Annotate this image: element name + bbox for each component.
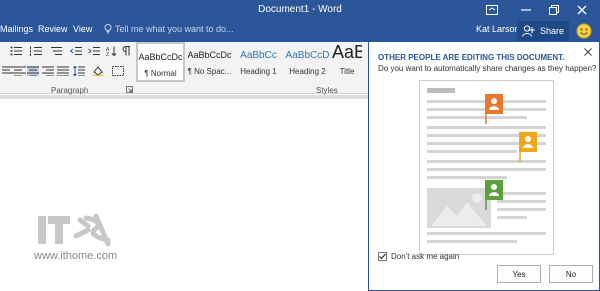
styles-group-label: Styles	[316, 86, 338, 95]
paragraph-dialog-launcher-icon[interactable]	[126, 86, 133, 93]
share-button[interactable]: Share	[517, 21, 569, 41]
ribbon-display-options-button[interactable]	[478, 0, 506, 20]
style-heading-2[interactable]: AaBbCcD Heading 2	[283, 42, 332, 82]
tab-mailings[interactable]: Mailings	[0, 24, 33, 34]
svg-text:Z: Z	[106, 52, 109, 56]
align-center-icon[interactable]	[27, 66, 39, 76]
ribbon-tab-row: Mailings Review View Tell me what you wa…	[0, 20, 600, 42]
style-title-name: Title	[339, 67, 355, 76]
share-label: Share	[540, 26, 565, 36]
style-heading-1[interactable]: AaBbCc Heading 1	[234, 42, 283, 82]
yes-button[interactable]: Yes	[497, 265, 541, 283]
style-no-spacing-sample: AaBbCcDc	[187, 50, 232, 60]
send-smile-icon[interactable]	[576, 23, 592, 39]
ribbon-display-icon	[486, 5, 498, 15]
tell-me-box[interactable]: Tell me what you want to do...	[104, 24, 234, 34]
checkmark-icon	[379, 253, 386, 260]
style-heading-1-name: Heading 1	[240, 67, 277, 76]
user-name[interactable]: Kat Larson	[476, 24, 520, 34]
sort-icon[interactable]: AZ	[106, 46, 118, 56]
close-window-button[interactable]	[568, 0, 596, 20]
style-no-spacing[interactable]: AaBbCcDc ¶ No Spac...	[185, 42, 234, 82]
ithome-logo	[38, 213, 111, 247]
style-no-spacing-name: ¶ No Spac...	[187, 67, 232, 76]
tab-view[interactable]: View	[73, 24, 92, 34]
style-heading-1-sample: AaBbCc	[240, 50, 277, 61]
document-page[interactable]	[0, 99, 372, 291]
lightbulb-icon	[104, 24, 112, 34]
pane-title: OTHER PEOPLE ARE EDITING THIS DOCUMENT.	[378, 53, 565, 62]
increase-indent-icon[interactable]	[88, 46, 100, 56]
paragraph-group-label: Paragraph	[51, 86, 89, 95]
dont-ask-label: Don't ask me again	[391, 252, 460, 261]
pane-message: Do you want to automatically share chang…	[378, 64, 597, 73]
restore-button[interactable]	[540, 0, 568, 20]
line-spacing-icon[interactable]	[73, 66, 85, 76]
align-left-icon[interactable]	[14, 66, 26, 76]
style-heading-2-name: Heading 2	[289, 67, 326, 76]
style-title-sample: AaB	[332, 42, 362, 62]
no-button[interactable]: No	[549, 265, 593, 283]
paragraph-tools: AZ Paragraph	[0, 42, 135, 95]
close-icon	[577, 5, 587, 15]
style-heading-2-sample: AaBbCcD	[285, 50, 330, 61]
bullets-icon[interactable]	[10, 46, 22, 56]
restore-icon	[549, 5, 559, 15]
shading-icon[interactable]	[92, 66, 104, 76]
styles-gallery: AaBbCcDc ¶ Normal AaBbCcDc ¶ No Spac... …	[136, 42, 362, 82]
minimize-icon	[521, 9, 531, 11]
share-person-icon	[522, 25, 535, 37]
style-title[interactable]: AaB Title	[332, 42, 362, 82]
pane-close-button[interactable]	[582, 46, 594, 58]
tell-me-placeholder: Tell me what you want to do...	[115, 24, 234, 34]
numbering-icon[interactable]	[30, 46, 42, 56]
align-right-icon[interactable]	[42, 66, 54, 76]
minimize-button[interactable]	[512, 0, 540, 20]
window-title: Document1 - Word	[258, 4, 342, 15]
style-normal-sample: AaBbCcDc	[138, 52, 183, 62]
multilevel-list-icon[interactable]	[50, 46, 62, 56]
dont-ask-checkbox-row[interactable]: Don't ask me again	[378, 252, 459, 261]
ithome-url: www.ithome.com	[34, 250, 118, 262]
co-authoring-pane: OTHER PEOPLE ARE EDITING THIS DOCUMENT. …	[368, 42, 600, 291]
style-normal-name: ¶ Normal	[144, 69, 177, 78]
show-marks-icon[interactable]	[121, 46, 133, 56]
align-left-partial-icon[interactable]	[2, 66, 14, 76]
dont-ask-checkbox[interactable]	[378, 252, 387, 261]
word-window: Document1 - Word Mailings Review View Te…	[0, 0, 600, 291]
decrease-indent-icon[interactable]	[70, 46, 82, 56]
coauthoring-illustration	[419, 80, 554, 255]
tab-review[interactable]: Review	[38, 24, 68, 34]
borders-icon[interactable]	[112, 66, 124, 76]
justify-icon[interactable]	[57, 66, 69, 76]
style-normal[interactable]: AaBbCcDc ¶ Normal	[136, 42, 185, 82]
close-icon	[584, 48, 592, 56]
title-bar: Document1 - Word	[0, 0, 600, 20]
